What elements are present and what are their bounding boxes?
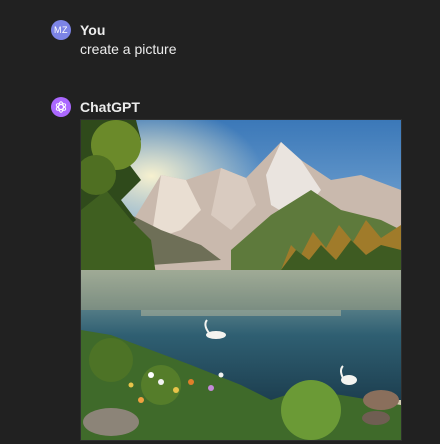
assistant-avatar — [51, 97, 71, 117]
landscape-image — [81, 120, 401, 440]
generated-image[interactable] — [80, 119, 402, 441]
user-avatar: MZ — [51, 20, 71, 40]
assistant-author-name: ChatGPT — [80, 99, 140, 115]
openai-logo-icon — [55, 101, 67, 113]
user-message-text: create a picture — [80, 41, 177, 57]
user-avatar-initials: MZ — [54, 25, 68, 35]
user-author-name: You — [80, 22, 106, 38]
